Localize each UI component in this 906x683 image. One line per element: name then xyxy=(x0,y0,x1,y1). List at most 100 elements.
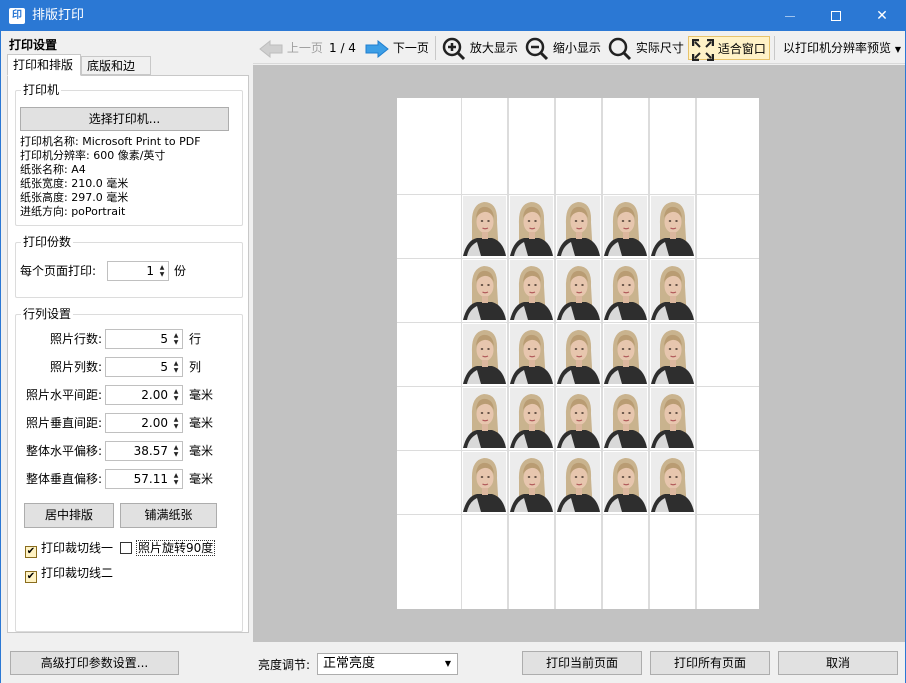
next-page-button[interactable]: 下一页 xyxy=(365,36,429,60)
v-spacing-spinner[interactable]: 2.00 ▲ ▼ xyxy=(105,413,183,433)
arrow-left-icon xyxy=(259,39,283,58)
v-spacing-unit: 毫米 xyxy=(189,416,214,430)
spinner-arrows-icon[interactable]: ▲ ▼ xyxy=(172,416,180,430)
spinner-arrows-icon[interactable]: ▲ ▼ xyxy=(172,444,180,458)
minimize-button[interactable] xyxy=(767,1,813,31)
photo-rows-value: 5 xyxy=(160,332,168,346)
select-printer-button[interactable]: 选择打印机... xyxy=(20,107,229,131)
photo-thumbnail xyxy=(510,452,553,512)
print-preview-area[interactable] xyxy=(253,65,905,642)
print-settings-panel: 打印设置 打印和排版 底版和边框 打印机 选择打印机... 打印机名称: Mic… xyxy=(3,32,251,642)
zoom-in-icon xyxy=(442,37,466,60)
v-offset-spinner[interactable]: 57.11 ▲ ▼ xyxy=(105,469,183,489)
spinner-arrows-icon[interactable]: ▲ ▼ xyxy=(172,472,180,486)
h-spacing-label: 照片水平间距: xyxy=(25,388,102,402)
portrait-icon xyxy=(604,324,647,384)
portrait-icon xyxy=(557,324,600,384)
copies-group: 打印份数 每个页面打印: 1 ▲ ▼ 份 xyxy=(15,235,243,298)
copies-spinner[interactable]: 1 ▲ ▼ xyxy=(107,261,169,281)
prev-page-button[interactable]: 上一页 xyxy=(259,36,323,60)
photo-rows-spinner[interactable]: 5 ▲ ▼ xyxy=(105,329,183,349)
zoom-out-button[interactable]: 缩小显示 xyxy=(525,36,601,60)
photo-thumbnail xyxy=(557,324,600,384)
photo-thumbnail xyxy=(557,388,600,448)
actual-size-label: 实际尺寸 xyxy=(635,41,684,55)
portrait-icon xyxy=(604,260,647,320)
portrait-icon xyxy=(510,196,553,256)
fit-window-button[interactable]: 适合窗口 xyxy=(688,36,770,61)
checkbox-checked-icon: ✔ xyxy=(25,546,37,558)
spinner-arrows-icon[interactable]: ▲ ▼ xyxy=(172,388,180,402)
cancel-button[interactable]: 取消 xyxy=(778,651,898,675)
print-all-pages-button[interactable]: 打印所有页面 xyxy=(650,651,770,675)
cut-line xyxy=(602,98,603,609)
spinner-arrows-icon[interactable]: ▲ ▼ xyxy=(172,332,180,346)
spinner-arrows-icon[interactable]: ▲ ▼ xyxy=(172,360,180,374)
photo-thumbnail xyxy=(510,388,553,448)
photo-rows-unit: 行 xyxy=(189,332,202,346)
portrait-icon xyxy=(463,452,506,512)
spinner-arrows-icon[interactable]: ▲ ▼ xyxy=(158,264,166,278)
close-icon: ✕ xyxy=(876,8,888,24)
h-offset-spinner[interactable]: 38.57 ▲ ▼ xyxy=(105,441,183,461)
cutline2-checkbox[interactable]: ✔ 打印裁切线二 xyxy=(25,566,113,583)
cut-line xyxy=(397,322,759,323)
maximize-button[interactable] xyxy=(813,1,859,31)
portrait-icon xyxy=(463,260,506,320)
actual-size-button[interactable]: 实际尺寸 xyxy=(608,36,684,60)
rotate-checkbox[interactable]: 照片旋转90度 xyxy=(120,540,216,556)
window-title: 排版打印 xyxy=(32,8,85,23)
magnifier-icon xyxy=(608,37,632,60)
h-spacing-value: 2.00 xyxy=(141,388,168,402)
v-spacing-value: 2.00 xyxy=(141,416,168,430)
app-window: 印 排版打印 ✕ 打印设置 打印和排版 底版和边框 打印机 选择打印机... 打… xyxy=(0,0,906,683)
printer-group-title: 打印机 xyxy=(21,83,62,97)
portrait-icon xyxy=(510,260,553,320)
cutline1-checkbox[interactable]: ✔ 打印裁切线一 xyxy=(25,541,113,558)
cut-line xyxy=(397,258,759,259)
brightness-select[interactable]: 正常亮度 ▼ xyxy=(317,653,458,675)
checkbox-unchecked-icon xyxy=(120,542,132,554)
tab-background-border[interactable]: 底版和边框 xyxy=(81,56,151,91)
zoom-out-label: 缩小显示 xyxy=(552,41,601,55)
preview-toolbar: 上一页 1 / 4 下一页 放大显示 缩小显示 实际尺寸 适合窗口 以打印机分辨… xyxy=(253,32,905,64)
photo-thumbnail xyxy=(463,196,506,256)
photo-thumbnail xyxy=(651,388,694,448)
brightness-value: 正常亮度 xyxy=(323,656,376,671)
cut-line xyxy=(397,194,759,195)
photo-cols-unit: 列 xyxy=(189,360,202,374)
print-current-page-button[interactable]: 打印当前页面 xyxy=(522,651,642,675)
cutline1-label: 打印裁切线一 xyxy=(41,541,114,555)
fit-window-icon xyxy=(692,38,714,61)
photo-cols-spinner[interactable]: 5 ▲ ▼ xyxy=(105,357,183,377)
copies-unit: 份 xyxy=(174,264,187,278)
photo-thumbnail xyxy=(463,388,506,448)
photo-thumbnail xyxy=(604,452,647,512)
h-offset-value: 38.57 xyxy=(133,444,168,458)
center-layout-button[interactable]: 居中排版 xyxy=(24,503,114,528)
zoom-in-button[interactable]: 放大显示 xyxy=(442,36,518,60)
panel-header: 打印设置 xyxy=(9,38,58,52)
photo-thumbnail xyxy=(604,196,647,256)
tab-print-layout[interactable]: 打印和排版 xyxy=(7,54,81,76)
cut-line xyxy=(648,98,649,609)
layout-group: 行列设置 照片行数: 5 ▲ ▼ 行 照片列数: 5 ▲ ▼ 列 照片水平间距: 2… xyxy=(15,307,243,632)
photo-thumbnail xyxy=(557,452,600,512)
cut-line xyxy=(397,514,759,515)
checkbox-checked-icon: ✔ xyxy=(25,571,37,583)
title-bar[interactable]: 印 排版打印 ✕ xyxy=(1,1,905,31)
toolbar-separator xyxy=(435,36,436,60)
portrait-icon xyxy=(651,452,694,512)
fill-paper-button[interactable]: 铺满纸张 xyxy=(120,503,217,528)
close-button[interactable]: ✕ xyxy=(859,1,905,31)
portrait-icon xyxy=(557,388,600,448)
photo-thumbnail xyxy=(557,196,600,256)
advanced-settings-button[interactable]: 高级打印参数设置... xyxy=(10,651,179,675)
photo-cols-label: 照片列数: xyxy=(49,360,102,374)
copies-value: 1 xyxy=(146,264,154,278)
maximize-icon xyxy=(831,11,841,21)
copies-label: 每个页面打印: xyxy=(20,264,97,278)
h-spacing-spinner[interactable]: 2.00 ▲ ▼ xyxy=(105,385,183,405)
preview-mode-dropdown[interactable]: 以打印机分辨率预览 ▼ xyxy=(783,36,901,60)
photo-thumbnail xyxy=(557,260,600,320)
